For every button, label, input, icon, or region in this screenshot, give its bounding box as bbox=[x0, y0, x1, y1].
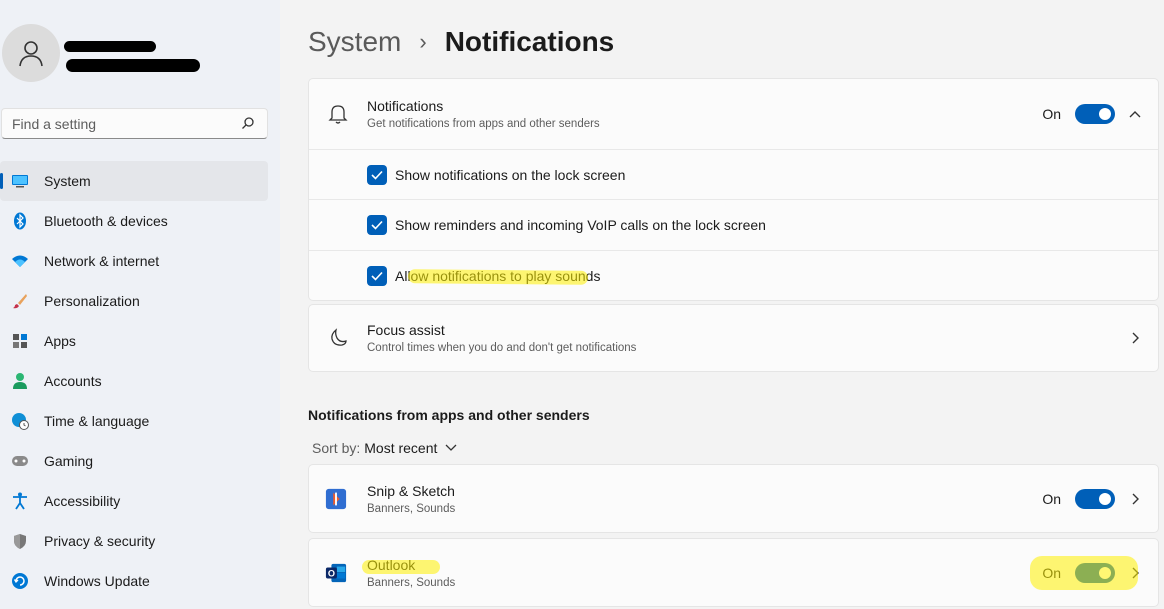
notifications-toggle[interactable] bbox=[1075, 104, 1115, 124]
bluetooth-icon bbox=[10, 211, 30, 231]
sidebar: System Bluetooth & devices Network & int… bbox=[0, 0, 280, 609]
option-label: Show reminders and incoming VoIP calls o… bbox=[395, 217, 766, 233]
sort-by-label: Sort by: bbox=[312, 440, 361, 456]
checkmark-icon bbox=[371, 220, 383, 230]
option-row-lock-screen: Show notifications on the lock screen bbox=[309, 149, 1158, 199]
option-row-reminders: Show reminders and incoming VoIP calls o… bbox=[309, 199, 1158, 250]
redacted-email bbox=[66, 59, 200, 72]
app-card-snip-sketch[interactable]: Snip & Sketch Banners, Sounds On bbox=[308, 464, 1159, 533]
sort-by-value[interactable]: Most recent bbox=[364, 440, 437, 456]
app-text: Snip & Sketch Banners, Sounds bbox=[367, 483, 455, 515]
page-title: Notifications bbox=[444, 26, 615, 57]
sidebar-item-label: Personalization bbox=[44, 293, 140, 309]
sidebar-item-system[interactable]: System bbox=[0, 161, 268, 201]
app-detail: Banners, Sounds bbox=[367, 502, 456, 515]
redacted-username bbox=[64, 41, 156, 52]
focus-assist-row[interactable]: Focus assist Control times when you do a… bbox=[309, 305, 1158, 371]
app-name: Outlook bbox=[367, 556, 416, 573]
apps-section-heading: Notifications from apps and other sender… bbox=[308, 407, 590, 423]
app-row[interactable]: O Outlook Banners, Sounds On bbox=[309, 539, 1158, 606]
sidebar-item-label: Time & language bbox=[44, 413, 150, 429]
search-input[interactable] bbox=[2, 109, 232, 138]
sidebar-item-network[interactable]: Network & internet bbox=[0, 241, 268, 281]
app-name: Snip & Sketch bbox=[367, 482, 455, 499]
breadcrumb-separator: › bbox=[419, 29, 427, 54]
update-icon bbox=[10, 571, 30, 591]
sidebar-item-label: Accounts bbox=[44, 373, 102, 389]
checkmark-icon bbox=[371, 170, 383, 180]
sidebar-item-label: Gaming bbox=[44, 453, 94, 469]
svg-text:O: O bbox=[328, 568, 335, 578]
sidebar-item-gaming[interactable]: Gaming bbox=[0, 441, 268, 481]
notifications-text: Notifications Get notifications from app… bbox=[367, 98, 600, 130]
snip-sketch-icon bbox=[325, 488, 347, 510]
sidebar-nav: System Bluetooth & devices Network & int… bbox=[0, 161, 268, 601]
sidebar-item-accessibility[interactable]: Accessibility bbox=[0, 481, 268, 521]
chevron-up-icon[interactable] bbox=[1128, 107, 1142, 121]
focus-assist-subtitle: Control times when you do and don't get … bbox=[367, 342, 637, 354]
sort-by-dropdown[interactable]: Sort by: Most recent bbox=[312, 440, 457, 456]
sidebar-item-label: Apps bbox=[44, 333, 76, 349]
avatar[interactable] bbox=[2, 24, 60, 82]
sidebar-item-apps[interactable]: Apps bbox=[0, 321, 268, 361]
option-label: Show notifications on the lock screen bbox=[395, 166, 626, 183]
focus-assist-card[interactable]: Focus assist Control times when you do a… bbox=[308, 304, 1159, 372]
breadcrumb: System › Notifications bbox=[308, 24, 614, 60]
apps-icon bbox=[10, 331, 30, 351]
app-state-label: On bbox=[1042, 490, 1061, 507]
sidebar-item-privacy[interactable]: Privacy & security bbox=[0, 521, 268, 561]
sidebar-item-time-language[interactable]: Time & language bbox=[0, 401, 268, 441]
app-text: Outlook Banners, Sounds bbox=[367, 557, 455, 589]
sounds-checkbox[interactable] bbox=[367, 265, 387, 286]
notifications-title: Notifications bbox=[367, 98, 444, 114]
sidebar-item-label: Windows Update bbox=[44, 573, 150, 589]
sidebar-item-accounts[interactable]: Accounts bbox=[0, 361, 268, 401]
search-icon[interactable] bbox=[241, 116, 255, 130]
notifications-header-row[interactable]: Notifications Get notifications from app… bbox=[309, 79, 1158, 149]
chevron-right-icon[interactable] bbox=[1128, 331, 1142, 345]
sidebar-item-label: Privacy & security bbox=[44, 533, 156, 549]
outlook-toggle[interactable] bbox=[1075, 562, 1115, 583]
globe-clock-icon bbox=[10, 411, 30, 431]
snip-sketch-toggle[interactable] bbox=[1075, 488, 1115, 509]
sidebar-item-label: Network & internet bbox=[44, 253, 160, 269]
outlook-icon: O bbox=[325, 562, 347, 584]
accessibility-icon bbox=[10, 491, 30, 511]
app-card-outlook[interactable]: O Outlook Banners, Sounds On bbox=[308, 538, 1159, 607]
brush-icon bbox=[10, 291, 30, 311]
search-box[interactable] bbox=[1, 108, 268, 139]
gamepad-icon bbox=[10, 451, 30, 471]
option-row-sounds: Allow notifications to play sounds bbox=[309, 250, 1158, 300]
sidebar-item-windows-update[interactable]: Windows Update bbox=[0, 561, 268, 601]
notifications-card: Notifications Get notifications from app… bbox=[308, 78, 1159, 301]
chevron-right-icon[interactable] bbox=[1128, 492, 1142, 506]
wifi-icon bbox=[10, 251, 30, 271]
monitor-icon bbox=[10, 171, 30, 191]
checkmark-icon bbox=[371, 271, 383, 281]
sidebar-item-bluetooth[interactable]: Bluetooth & devices bbox=[0, 201, 268, 241]
person-icon bbox=[19, 41, 43, 67]
notifications-subtitle: Get notifications from apps and other se… bbox=[367, 118, 600, 130]
shield-icon bbox=[10, 531, 30, 551]
app-detail: Banners, Sounds bbox=[367, 576, 456, 589]
app-row[interactable]: Snip & Sketch Banners, Sounds On bbox=[309, 465, 1158, 532]
focus-assist-text: Focus assist Control times when you do a… bbox=[367, 322, 636, 354]
lock-screen-checkbox[interactable] bbox=[367, 164, 387, 185]
reminders-checkbox[interactable] bbox=[367, 215, 387, 235]
sidebar-item-label: Accessibility bbox=[44, 493, 121, 509]
focus-assist-title: Focus assist bbox=[367, 322, 445, 338]
breadcrumb-parent[interactable]: System bbox=[308, 26, 401, 58]
bell-icon bbox=[327, 103, 349, 125]
chevron-right-icon[interactable] bbox=[1128, 566, 1142, 580]
chevron-down-icon[interactable] bbox=[445, 444, 457, 452]
account-icon bbox=[10, 371, 30, 391]
option-label: Allow notifications to play sounds bbox=[395, 267, 601, 284]
notifications-state-label: On bbox=[1042, 106, 1061, 122]
sidebar-item-personalization[interactable]: Personalization bbox=[0, 281, 268, 321]
sidebar-item-label: System bbox=[44, 173, 91, 189]
sidebar-item-label: Bluetooth & devices bbox=[44, 213, 168, 229]
app-state-label: On bbox=[1042, 564, 1061, 581]
moon-icon bbox=[327, 327, 349, 349]
